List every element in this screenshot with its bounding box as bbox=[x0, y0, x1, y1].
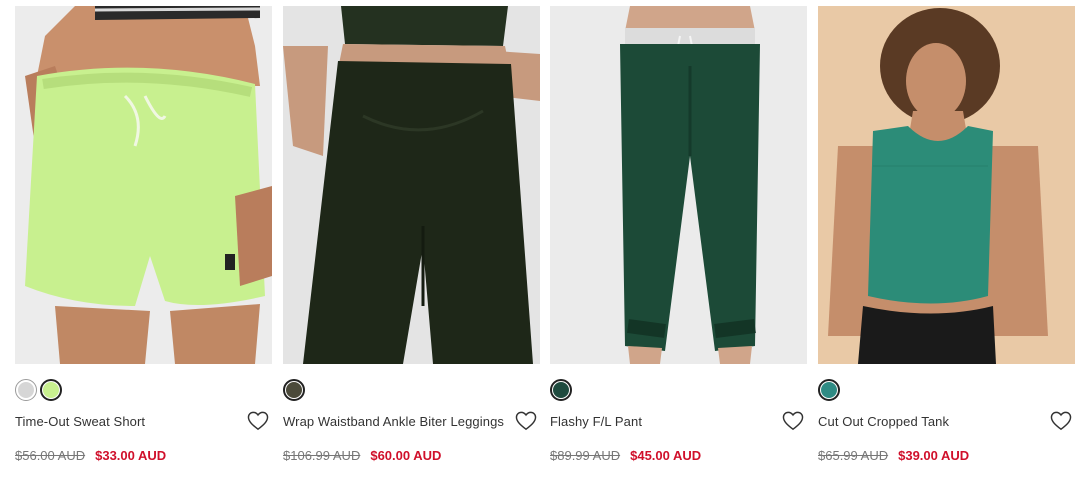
color-swatch-grey[interactable] bbox=[15, 379, 37, 401]
product-card[interactable]: Flashy F/L Pant $89.99 AUD $45.00 AUD bbox=[550, 6, 807, 463]
color-swatches bbox=[818, 378, 1075, 402]
product-title-link[interactable]: Flashy F/L Pant bbox=[550, 414, 642, 429]
sale-price: $60.00 AUD bbox=[370, 448, 442, 463]
sale-price: $33.00 AUD bbox=[95, 448, 167, 463]
product-photo-tank bbox=[818, 6, 1075, 364]
color-swatches bbox=[283, 378, 540, 402]
product-title-link[interactable]: Cut Out Cropped Tank bbox=[818, 414, 949, 429]
product-photo-leggings bbox=[283, 6, 540, 364]
product-title-link[interactable]: Time-Out Sweat Short bbox=[15, 414, 145, 429]
price-row: $89.99 AUD $45.00 AUD bbox=[550, 448, 807, 463]
price-row: $56.00 AUD $33.00 AUD bbox=[15, 448, 272, 463]
original-price: $89.99 AUD bbox=[550, 448, 621, 463]
sale-price: $45.00 AUD bbox=[630, 448, 702, 463]
original-price: $65.99 AUD bbox=[818, 448, 889, 463]
swatch-color bbox=[821, 382, 837, 398]
sale-price: $39.00 AUD bbox=[898, 448, 970, 463]
swatch-color bbox=[18, 382, 34, 398]
product-image[interactable] bbox=[283, 6, 540, 364]
product-image[interactable] bbox=[818, 6, 1075, 364]
color-swatches bbox=[550, 378, 807, 402]
original-price: $56.00 AUD bbox=[15, 448, 86, 463]
product-title-link[interactable]: Wrap Waistband Ankle Biter Leggings bbox=[283, 414, 504, 429]
heart-outline-icon[interactable] bbox=[246, 410, 270, 432]
color-swatch-green[interactable] bbox=[550, 379, 572, 401]
product-photo-shorts bbox=[15, 6, 272, 364]
product-card[interactable]: Wrap Waistband Ankle Biter Leggings $106… bbox=[283, 6, 540, 463]
color-swatches bbox=[15, 378, 272, 402]
heart-outline-icon[interactable] bbox=[1049, 410, 1073, 432]
color-swatch-khaki[interactable] bbox=[283, 379, 305, 401]
swatch-color bbox=[286, 382, 302, 398]
product-image[interactable] bbox=[15, 6, 272, 364]
product-photo-pants bbox=[550, 6, 807, 364]
product-card[interactable]: Time-Out Sweat Short $56.00 AUD $33.00 A… bbox=[15, 6, 272, 463]
product-grid: Time-Out Sweat Short $56.00 AUD $33.00 A… bbox=[0, 0, 1080, 482]
swatch-color bbox=[43, 382, 59, 398]
swatch-color bbox=[553, 382, 569, 398]
original-price: $106.99 AUD bbox=[283, 448, 361, 463]
heart-outline-icon[interactable] bbox=[514, 410, 538, 432]
price-row: $106.99 AUD $60.00 AUD bbox=[283, 448, 540, 463]
price-row: $65.99 AUD $39.00 AUD bbox=[818, 448, 1075, 463]
color-swatch-lime[interactable] bbox=[40, 379, 62, 401]
color-swatch-teal[interactable] bbox=[818, 379, 840, 401]
heart-outline-icon[interactable] bbox=[781, 410, 805, 432]
product-image[interactable] bbox=[550, 6, 807, 364]
product-card[interactable]: Cut Out Cropped Tank $65.99 AUD $39.00 A… bbox=[818, 6, 1075, 463]
